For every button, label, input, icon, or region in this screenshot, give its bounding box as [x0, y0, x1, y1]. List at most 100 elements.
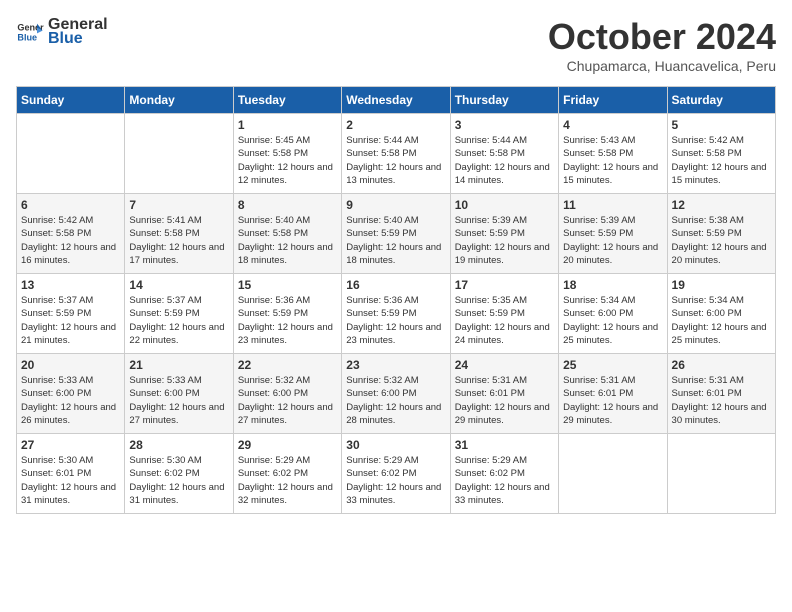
- day-cell: 2Sunrise: 5:44 AMSunset: 5:58 PMDaylight…: [342, 114, 450, 194]
- day-number: 11: [563, 198, 662, 212]
- day-number: 25: [563, 358, 662, 372]
- day-number: 10: [455, 198, 554, 212]
- day-info: Sunrise: 5:45 AMSunset: 5:58 PMDaylight:…: [238, 134, 337, 187]
- day-info: Sunrise: 5:33 AMSunset: 6:00 PMDaylight:…: [129, 374, 228, 427]
- day-cell: 6 Sunrise: 5:42 AMSunset: 5:58 PMDaylight…: [17, 194, 125, 274]
- day-number: 8: [238, 198, 337, 212]
- week-row-3: 20 Sunrise: 5:33 AMSunset: 6:00 PMDayligh…: [17, 354, 776, 434]
- week-row-2: 13 Sunrise: 5:37 AMSunset: 5:59 PMDayligh…: [17, 274, 776, 354]
- day-info: Sunrise: 5:38 AMSunset: 5:59 PMDaylight:…: [672, 214, 771, 267]
- day-cell: 13 Sunrise: 5:37 AMSunset: 5:59 PMDayligh…: [17, 274, 125, 354]
- day-info: Sunrise: 5:31 AMSunset: 6:01 PMDaylight:…: [455, 374, 554, 427]
- day-info: Sunrise: 5:30 AMSunset: 6:02 PMDaylight:…: [129, 454, 228, 507]
- day-number: 9: [346, 198, 445, 212]
- day-cell: 1 Sunrise: 5:45 AMSunset: 5:58 PMDaylight…: [233, 114, 341, 194]
- day-number: 28: [129, 438, 228, 452]
- header-day-tuesday: Tuesday: [233, 87, 341, 114]
- day-info: Sunrise: 5:29 AMSunset: 6:02 PMDaylight:…: [238, 454, 337, 507]
- header-day-sunday: Sunday: [17, 87, 125, 114]
- day-info: Sunrise: 5:42 AMSunset: 5:58 PMDaylight:…: [672, 134, 771, 187]
- day-info: Sunrise: 5:36 AMSunset: 5:59 PMDaylight:…: [238, 294, 337, 347]
- day-number: 21: [129, 358, 228, 372]
- day-cell: [17, 114, 125, 194]
- day-number: 17: [455, 278, 554, 292]
- day-number: 23: [346, 358, 445, 372]
- day-number: 16: [346, 278, 445, 292]
- day-number: 5: [672, 118, 771, 132]
- day-cell: 16 Sunrise: 5:36 AMSunset: 5:59 PMDayligh…: [342, 274, 450, 354]
- day-cell: [667, 434, 775, 514]
- logo: General Blue General Blue: [16, 16, 108, 48]
- day-cell: 11 Sunrise: 5:39 AMSunset: 5:59 PMDayligh…: [559, 194, 667, 274]
- header-day-friday: Friday: [559, 87, 667, 114]
- day-number: 26: [672, 358, 771, 372]
- day-info: Sunrise: 5:31 AMSunset: 6:01 PMDaylight:…: [672, 374, 771, 427]
- day-cell: 21 Sunrise: 5:33 AMSunset: 6:00 PMDayligh…: [125, 354, 233, 434]
- day-number: 2: [346, 118, 445, 132]
- day-info: Sunrise: 5:32 AMSunset: 6:00 PMDaylight:…: [238, 374, 337, 427]
- logo-icon: General Blue: [16, 18, 44, 46]
- day-info: Sunrise: 5:39 AMSunset: 5:59 PMDaylight:…: [563, 214, 662, 267]
- day-number: 29: [238, 438, 337, 452]
- day-cell: 9 Sunrise: 5:40 AMSunset: 5:59 PMDaylight…: [342, 194, 450, 274]
- day-cell: 3Sunrise: 5:44 AMSunset: 5:58 PMDaylight…: [450, 114, 558, 194]
- day-number: 4: [563, 118, 662, 132]
- day-number: 27: [21, 438, 120, 452]
- header-row: SundayMondayTuesdayWednesdayThursdayFrid…: [17, 87, 776, 114]
- day-cell: 31Sunrise: 5:29 AMSunset: 6:02 PMDayligh…: [450, 434, 558, 514]
- header-day-monday: Monday: [125, 87, 233, 114]
- day-number: 13: [21, 278, 120, 292]
- day-info: Sunrise: 5:39 AMSunset: 5:59 PMDaylight:…: [455, 214, 554, 267]
- day-cell: 28 Sunrise: 5:30 AMSunset: 6:02 PMDayligh…: [125, 434, 233, 514]
- day-number: 6: [21, 198, 120, 212]
- day-info: Sunrise: 5:32 AMSunset: 6:00 PMDaylight:…: [346, 374, 445, 427]
- day-number: 12: [672, 198, 771, 212]
- day-info: Sunrise: 5:29 AMSunset: 6:02 PMDaylight:…: [346, 454, 445, 507]
- day-info: Sunrise: 5:42 AMSunset: 5:58 PMDaylight:…: [21, 214, 120, 267]
- day-info: Sunrise: 5:35 AMSunset: 5:59 PMDaylight:…: [455, 294, 554, 347]
- calendar-table: SundayMondayTuesdayWednesdayThursdayFrid…: [16, 86, 776, 514]
- day-info: Sunrise: 5:40 AMSunset: 5:58 PMDaylight:…: [238, 214, 337, 267]
- day-info: Sunrise: 5:43 AMSunset: 5:58 PMDaylight:…: [563, 134, 662, 187]
- header: General Blue General Blue October 2024 C…: [16, 16, 776, 74]
- day-number: 30: [346, 438, 445, 452]
- day-info: Sunrise: 5:31 AMSunset: 6:01 PMDaylight:…: [563, 374, 662, 427]
- day-cell: 30 Sunrise: 5:29 AMSunset: 6:02 PMDayligh…: [342, 434, 450, 514]
- day-cell: 5 Sunrise: 5:42 AMSunset: 5:58 PMDaylight…: [667, 114, 775, 194]
- day-cell: 8 Sunrise: 5:40 AMSunset: 5:58 PMDaylight…: [233, 194, 341, 274]
- week-row-4: 27 Sunrise: 5:30 AMSunset: 6:01 PMDayligh…: [17, 434, 776, 514]
- day-info: Sunrise: 5:30 AMSunset: 6:01 PMDaylight:…: [21, 454, 120, 507]
- day-number: 24: [455, 358, 554, 372]
- header-day-wednesday: Wednesday: [342, 87, 450, 114]
- day-number: 18: [563, 278, 662, 292]
- title-area: October 2024 Chupamarca, Huancavelica, P…: [548, 16, 776, 74]
- day-number: 14: [129, 278, 228, 292]
- day-info: Sunrise: 5:34 AMSunset: 6:00 PMDaylight:…: [563, 294, 662, 347]
- month-title: October 2024: [548, 16, 776, 58]
- day-number: 1: [238, 118, 337, 132]
- day-number: 3: [455, 118, 554, 132]
- week-row-1: 6 Sunrise: 5:42 AMSunset: 5:58 PMDaylight…: [17, 194, 776, 274]
- day-cell: 14Sunrise: 5:37 AMSunset: 5:59 PMDayligh…: [125, 274, 233, 354]
- day-number: 7: [129, 198, 228, 212]
- day-cell: 17 Sunrise: 5:35 AMSunset: 5:59 PMDayligh…: [450, 274, 558, 354]
- day-info: Sunrise: 5:37 AMSunset: 5:59 PMDaylight:…: [21, 294, 120, 347]
- day-number: 19: [672, 278, 771, 292]
- day-info: Sunrise: 5:33 AMSunset: 6:00 PMDaylight:…: [21, 374, 120, 427]
- day-cell: 25 Sunrise: 5:31 AMSunset: 6:01 PMDayligh…: [559, 354, 667, 434]
- day-cell: 7 Sunrise: 5:41 AMSunset: 5:58 PMDaylight…: [125, 194, 233, 274]
- day-info: Sunrise: 5:34 AMSunset: 6:00 PMDaylight:…: [672, 294, 771, 347]
- svg-text:Blue: Blue: [17, 32, 37, 42]
- header-day-thursday: Thursday: [450, 87, 558, 114]
- day-cell: 22Sunrise: 5:32 AMSunset: 6:00 PMDayligh…: [233, 354, 341, 434]
- day-cell: [125, 114, 233, 194]
- day-info: Sunrise: 5:41 AMSunset: 5:58 PMDaylight:…: [129, 214, 228, 267]
- day-number: 20: [21, 358, 120, 372]
- day-info: Sunrise: 5:40 AMSunset: 5:59 PMDaylight:…: [346, 214, 445, 267]
- day-info: Sunrise: 5:29 AMSunset: 6:02 PMDaylight:…: [455, 454, 554, 507]
- day-cell: 18 Sunrise: 5:34 AMSunset: 6:00 PMDayligh…: [559, 274, 667, 354]
- day-cell: 24 Sunrise: 5:31 AMSunset: 6:01 PMDayligh…: [450, 354, 558, 434]
- day-info: Sunrise: 5:36 AMSunset: 5:59 PMDaylight:…: [346, 294, 445, 347]
- week-row-0: 1 Sunrise: 5:45 AMSunset: 5:58 PMDaylight…: [17, 114, 776, 194]
- day-cell: 27 Sunrise: 5:30 AMSunset: 6:01 PMDayligh…: [17, 434, 125, 514]
